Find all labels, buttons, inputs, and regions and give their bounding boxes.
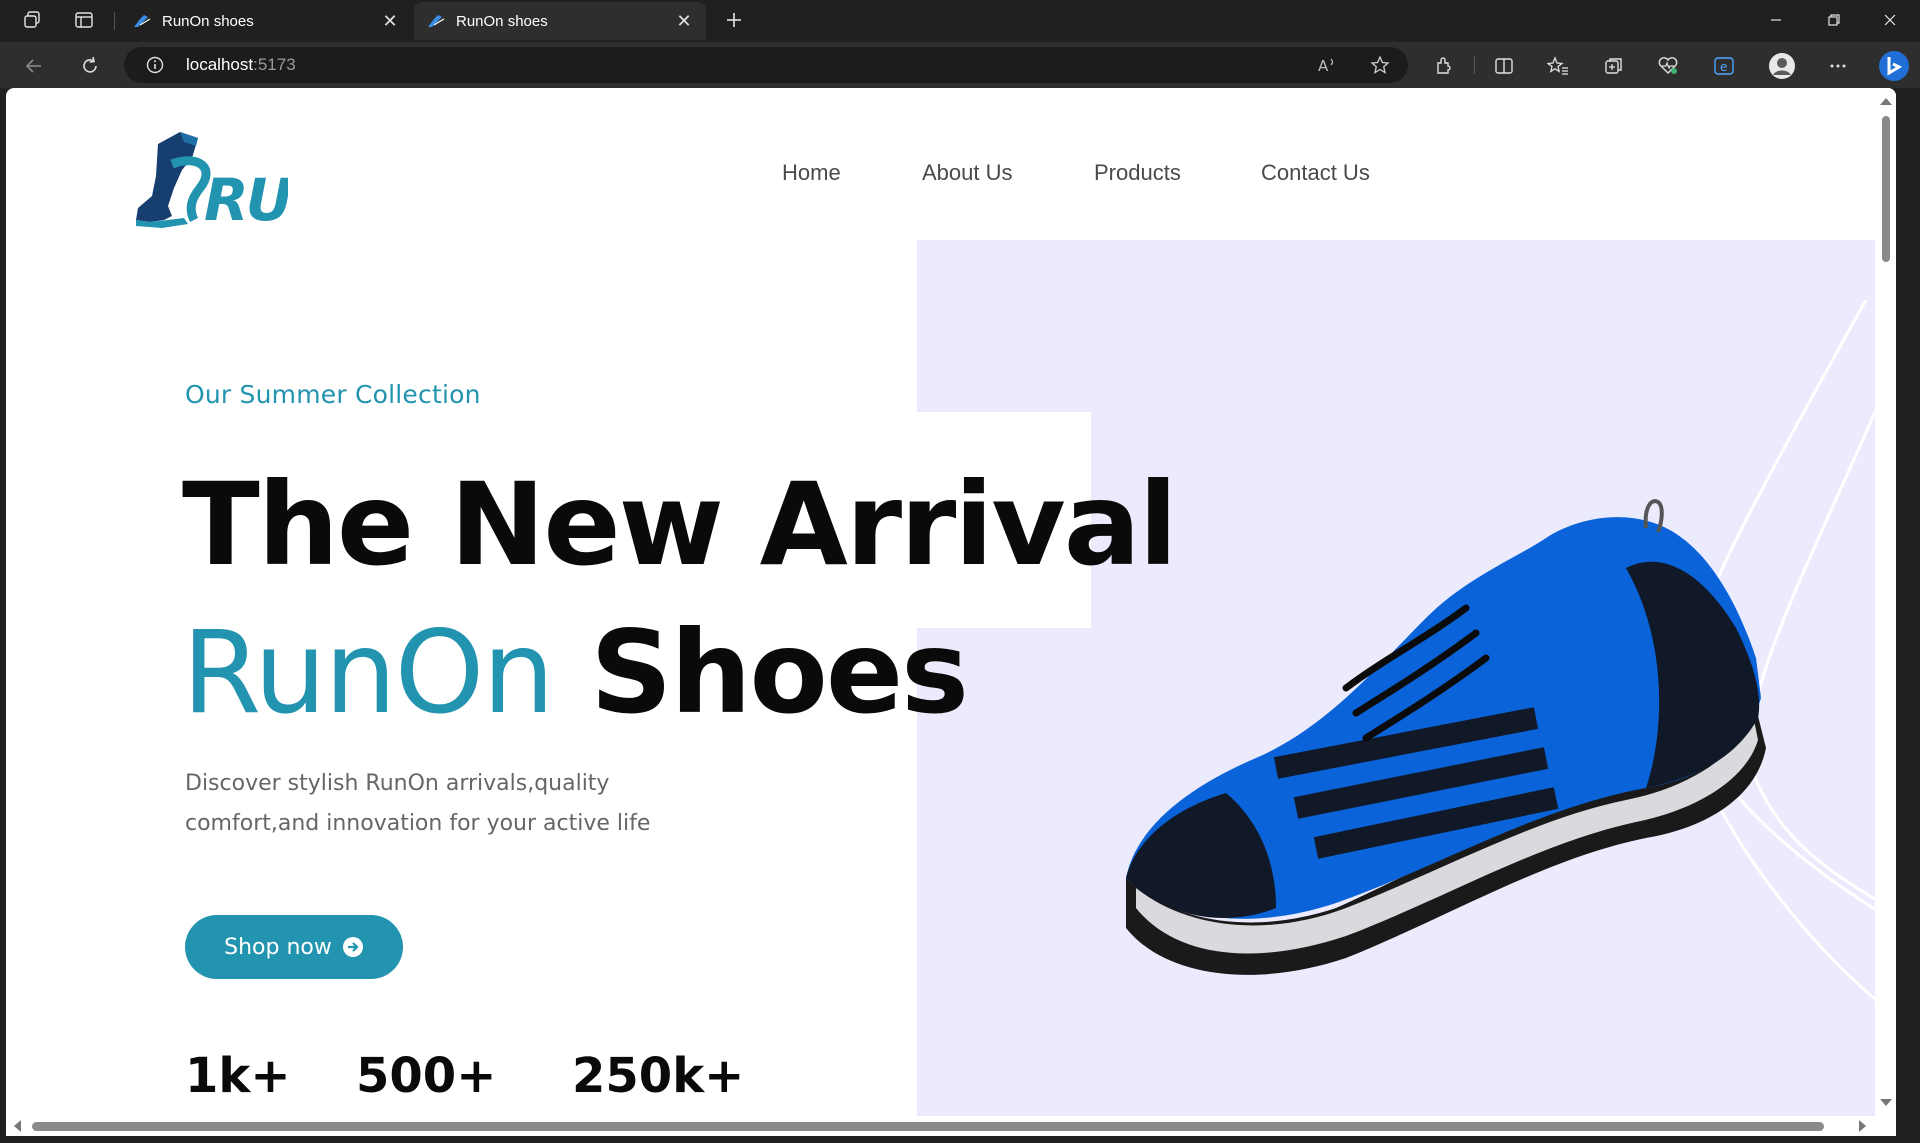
tab-strip: RunOn shoes ✕ RunOn shoes ✕ [0, 0, 1920, 42]
stat-value-2: 500+ [356, 1048, 497, 1104]
refresh-icon[interactable] [74, 50, 106, 82]
hero-headline: The New Arrival [182, 458, 1178, 591]
run-logo[interactable]: RUN [128, 124, 288, 236]
logo-text: RUN [204, 166, 288, 234]
horizontal-scrollbar[interactable] [6, 1116, 1896, 1136]
horizontal-scroll-thumb[interactable] [32, 1122, 1824, 1131]
vertical-scroll-thumb[interactable] [1882, 116, 1890, 262]
edge-drop-icon[interactable]: e [1708, 50, 1740, 82]
favorite-star-icon[interactable] [1364, 49, 1396, 81]
tab-runon-2[interactable]: RunOn shoes ✕ [414, 2, 706, 40]
shoe-favicon-icon [428, 15, 445, 27]
shoe-product-image [1126, 499, 1766, 975]
tab-title: RunOn shoes [162, 12, 254, 30]
split-screen-icon[interactable] [1488, 50, 1520, 82]
tab-title: RunOn shoes [456, 12, 548, 30]
scroll-left-arrow-icon[interactable] [14, 1120, 21, 1132]
scroll-right-arrow-icon[interactable] [1859, 1120, 1866, 1132]
collections-icon[interactable] [1598, 50, 1630, 82]
svg-text:A: A [1318, 57, 1329, 75]
hero-brand-name: RunOn [182, 606, 555, 739]
new-tab-icon[interactable] [720, 6, 748, 34]
close-icon[interactable]: ✕ [380, 11, 400, 31]
hero-description: Discover stylish RunOn arrivals,quality … [185, 764, 705, 844]
copilot-icon[interactable] [1876, 48, 1912, 84]
browser-window: RunOn shoes ✕ RunOn shoes ✕ localhost:51… [0, 0, 1920, 1143]
hero-headline-rest: Shoes [590, 606, 969, 739]
address-bar[interactable]: localhost:5173 A [124, 47, 1408, 83]
url-port: :5173 [253, 55, 296, 74]
profile-avatar-icon[interactable] [1766, 50, 1798, 82]
workspaces-icon[interactable] [18, 6, 46, 34]
hero-description-line-2: comfort,and innovation for your active l… [185, 811, 651, 836]
scroll-up-arrow-icon[interactable] [1880, 98, 1892, 105]
tab-runon-1[interactable]: RunOn shoes ✕ [120, 2, 412, 40]
nav-contact-us[interactable]: Contact Us [1261, 160, 1370, 186]
stat-value-3: 250k+ [572, 1048, 745, 1104]
nav-about-us[interactable]: About Us [922, 160, 1013, 186]
close-window-icon[interactable] [1862, 0, 1918, 40]
restore-icon[interactable] [1806, 0, 1862, 40]
page-viewport: RUN Home About Us Products Contact Us Ou… [6, 88, 1896, 1116]
shop-now-button[interactable]: Shop now [185, 915, 403, 979]
hero-description-line-1: Discover stylish RunOn arrivals,quality [185, 771, 610, 796]
hero-eyebrow: Our Summer Collection [185, 380, 481, 409]
scroll-down-arrow-icon[interactable] [1880, 1099, 1892, 1106]
url-text[interactable]: localhost:5173 [186, 55, 296, 75]
tab-separator [114, 12, 115, 30]
site-info-icon[interactable] [146, 56, 164, 74]
read-aloud-icon[interactable]: A [1312, 49, 1344, 81]
toolbar-separator [1474, 56, 1475, 74]
stat-value-1: 1k+ [185, 1048, 291, 1104]
nav-products[interactable]: Products [1094, 160, 1181, 186]
nav-home[interactable]: Home [782, 160, 841, 186]
shoe-favicon-icon [134, 15, 151, 27]
arrow-right-circle-icon [342, 937, 363, 957]
close-icon[interactable]: ✕ [674, 11, 694, 31]
minimize-icon[interactable] [1748, 0, 1804, 40]
more-menu-icon[interactable] [1822, 50, 1854, 82]
browser-toolbar: localhost:5173 A e [0, 42, 1920, 88]
tab-actions-icon[interactable] [70, 6, 98, 34]
extensions-icon[interactable] [1428, 50, 1460, 82]
browser-essentials-icon[interactable] [1652, 50, 1684, 82]
back-icon[interactable] [18, 50, 50, 82]
favorites-icon[interactable] [1542, 50, 1574, 82]
vertical-scrollbar[interactable] [1876, 88, 1896, 1116]
url-host: localhost [186, 55, 254, 74]
svg-text:e: e [1720, 60, 1727, 74]
hero-headline-brand-line: RunOn Shoes [182, 616, 969, 730]
shop-now-label: Shop now [224, 934, 332, 960]
